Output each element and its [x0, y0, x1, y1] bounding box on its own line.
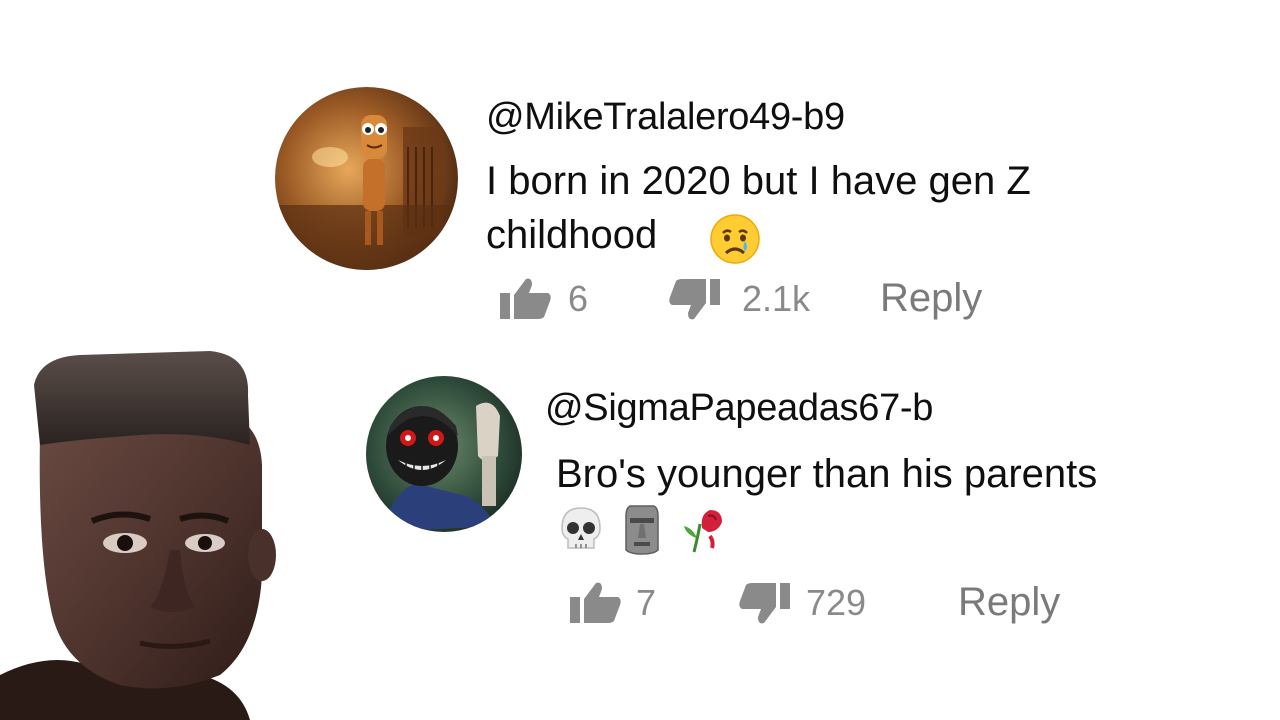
- thumbs-down-icon: [739, 582, 790, 623]
- dislike-count: 2.1k: [742, 277, 811, 319]
- comment-actions: 6 2.1k Reply: [498, 276, 982, 321]
- comment-actions: 7 729 Reply: [568, 580, 1060, 625]
- reply-button[interactable]: Reply: [958, 580, 1060, 625]
- person-cutout-image: [0, 351, 276, 720]
- dislike-button[interactable]: 2.1k: [668, 277, 880, 321]
- comment-handle[interactable]: @SigmaPapeadas67-b: [545, 387, 933, 430]
- comment-text-line-1: Bro's younger than his parents: [556, 452, 1098, 496]
- moai-icon: [625, 505, 659, 555]
- skull-icon: [561, 507, 601, 549]
- comment-screenshot: @MikeTralalero49-b9 I born in 2020 but I…: [0, 0, 1280, 720]
- thumbs-up-icon: [570, 582, 621, 623]
- avatar[interactable]: [366, 376, 522, 532]
- avatar[interactable]: [275, 87, 458, 270]
- like-count: 7: [636, 581, 657, 623]
- like-button[interactable]: 6: [498, 277, 668, 321]
- crying-face-emoji-icon: [709, 213, 761, 270]
- wilted-rose-icon: [684, 510, 722, 553]
- reply-button[interactable]: Reply: [880, 276, 982, 321]
- comment-handle[interactable]: @MikeTralalero49-b9: [486, 96, 845, 139]
- thumbs-down-icon: [669, 278, 720, 319]
- comment-text-line-1: I born in 2020 but I have gen Z: [486, 159, 1031, 203]
- like-button[interactable]: 7: [568, 581, 738, 625]
- avatar-image: [275, 87, 458, 270]
- emoji-line: [556, 502, 728, 556]
- comment-text-line-2: childhood: [486, 213, 658, 257]
- thumbs-up-icon: [500, 278, 551, 319]
- dislike-count: 729: [806, 581, 867, 623]
- like-count: 6: [568, 277, 589, 319]
- avatar-image: [366, 376, 522, 532]
- dislike-button[interactable]: 729: [738, 581, 958, 625]
